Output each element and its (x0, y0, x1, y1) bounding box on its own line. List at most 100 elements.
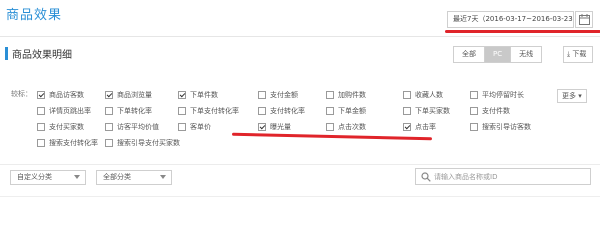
more-label: 更多 (562, 92, 576, 100)
all-category-label: 全部分类 (103, 173, 131, 181)
metric-option[interactable]: 下单转化率 (105, 105, 152, 117)
metric-label: 平均停留时长 (482, 91, 524, 99)
custom-category-dropdown[interactable]: 自定义分类 (10, 170, 86, 185)
more-metrics-button[interactable]: 更多 ▾ (557, 89, 587, 103)
metric-option[interactable]: 支付买家数 (37, 121, 84, 133)
metric-label: 点击率 (415, 123, 436, 131)
metric-checkbox[interactable] (37, 123, 45, 131)
search-icon (421, 172, 431, 182)
annotation-underline-date (445, 30, 600, 33)
metric-option[interactable]: 搜索引导支付买家数 (105, 137, 180, 149)
chevron-down-icon: ▾ (578, 92, 582, 100)
metric-label: 下单件数 (190, 91, 218, 99)
metric-option[interactable]: 支付金额 (258, 89, 298, 101)
metric-option[interactable]: 商品浏览量 (105, 89, 152, 101)
metric-label: 搜索引导访客数 (482, 123, 531, 131)
metric-checkbox[interactable] (37, 139, 45, 147)
metric-checkbox[interactable] (178, 91, 186, 99)
metric-option[interactable]: 支付转化率 (258, 105, 305, 117)
download-icon: ⤓ (567, 50, 571, 58)
metric-label: 点击次数 (338, 123, 366, 131)
metric-label: 支付买家数 (49, 123, 84, 131)
metric-label: 支付金额 (270, 91, 298, 99)
metric-checkbox[interactable] (326, 91, 334, 99)
metric-option[interactable]: 支付件数 (470, 105, 510, 117)
metric-option[interactable]: 下单买家数 (403, 105, 450, 117)
metric-checkbox[interactable] (105, 107, 113, 115)
metric-checkbox[interactable] (105, 91, 113, 99)
date-range-selector[interactable]: 最近7天（2016-03-17~2016-03-23） (447, 11, 574, 28)
metric-checkbox[interactable] (258, 107, 266, 115)
annotation-underline-metrics (231, 132, 433, 141)
chevron-down-icon (74, 175, 80, 179)
metric-option[interactable]: 曝光量 (258, 121, 291, 133)
metric-label: 搜索引导支付买家数 (117, 139, 180, 147)
metric-checkbox[interactable] (403, 123, 411, 131)
metric-label: 商品访客数 (49, 91, 84, 99)
metric-label: 详情页跳出率 (49, 107, 91, 115)
chevron-down-icon (160, 175, 166, 179)
metric-checkbox[interactable] (178, 123, 186, 131)
metric-checkbox[interactable] (326, 123, 334, 131)
calendar-button[interactable] (575, 11, 593, 28)
metric-option[interactable]: 商品访客数 (37, 89, 84, 101)
tab-wireless[interactable]: 无线 (510, 46, 543, 63)
metric-checkbox[interactable] (178, 107, 186, 115)
metric-label: 曝光量 (270, 123, 291, 131)
metric-option[interactable]: 访客平均价值 (105, 121, 159, 133)
metric-option[interactable]: 点击次数 (326, 121, 366, 133)
metric-label: 下单转化率 (117, 107, 152, 115)
metric-option[interactable]: 平均停留时长 (470, 89, 524, 101)
calendar-icon (579, 14, 590, 25)
metric-label: 下单买家数 (415, 107, 450, 115)
metric-checkbox[interactable] (470, 91, 478, 99)
tab-all[interactable]: 全部 (453, 46, 485, 63)
metric-label: 访客平均价值 (117, 123, 159, 131)
metric-checkbox[interactable] (37, 107, 45, 115)
metric-checkbox[interactable] (403, 91, 411, 99)
device-tab-group: 全部 PC 无线 (453, 46, 543, 63)
metric-label: 搜索支付转化率 (49, 139, 98, 147)
metric-option[interactable]: 点击率 (403, 121, 436, 133)
metric-option[interactable]: 客单价 (178, 121, 211, 133)
metric-checkbox[interactable] (37, 91, 45, 99)
metric-label: 收藏人数 (415, 91, 443, 99)
metric-checkbox[interactable] (470, 107, 478, 115)
metric-option[interactable]: 搜索支付转化率 (37, 137, 98, 149)
metric-checkbox[interactable] (470, 123, 478, 131)
section-accent-bar (5, 47, 8, 60)
metric-checkbox[interactable] (105, 139, 113, 147)
search-input[interactable] (434, 170, 584, 183)
metric-checkbox[interactable] (258, 123, 266, 131)
metric-label: 支付转化率 (270, 107, 305, 115)
bottom-divider (0, 196, 600, 197)
filter-divider (0, 164, 600, 165)
metric-checkbox[interactable] (326, 107, 334, 115)
metric-option[interactable]: 收藏人数 (403, 89, 443, 101)
metric-option[interactable]: 加购件数 (326, 89, 366, 101)
page-title: 商品效果 (6, 8, 63, 23)
metric-checkbox[interactable] (105, 123, 113, 131)
metric-option[interactable]: 详情页跳出率 (37, 105, 91, 117)
metric-option[interactable]: 下单支付转化率 (178, 105, 239, 117)
metric-option[interactable]: 下单件数 (178, 89, 218, 101)
section-title: 商品效果明细 (12, 50, 72, 61)
metric-label: 加购件数 (338, 91, 366, 99)
metric-checkbox[interactable] (403, 107, 411, 115)
metric-label: 下单支付转化率 (190, 107, 239, 115)
metric-option[interactable]: 下单金额 (326, 105, 366, 117)
metric-option[interactable]: 搜索引导访客数 (470, 121, 531, 133)
title-divider (0, 36, 600, 37)
download-label: 下载 (572, 50, 587, 58)
metric-label: 客单价 (190, 123, 211, 131)
download-button[interactable]: ⤓ 下载 (563, 46, 593, 63)
metric-label: 下单金额 (338, 107, 366, 115)
all-category-dropdown[interactable]: 全部分类 (96, 170, 172, 185)
metric-label: 支付件数 (482, 107, 510, 115)
metric-label: 商品浏览量 (117, 91, 152, 99)
metrics-label: 较标： (11, 90, 32, 98)
tab-pc[interactable]: PC (484, 46, 512, 63)
custom-category-label: 自定义分类 (17, 173, 52, 181)
product-search-box (415, 168, 591, 185)
metric-checkbox[interactable] (258, 91, 266, 99)
